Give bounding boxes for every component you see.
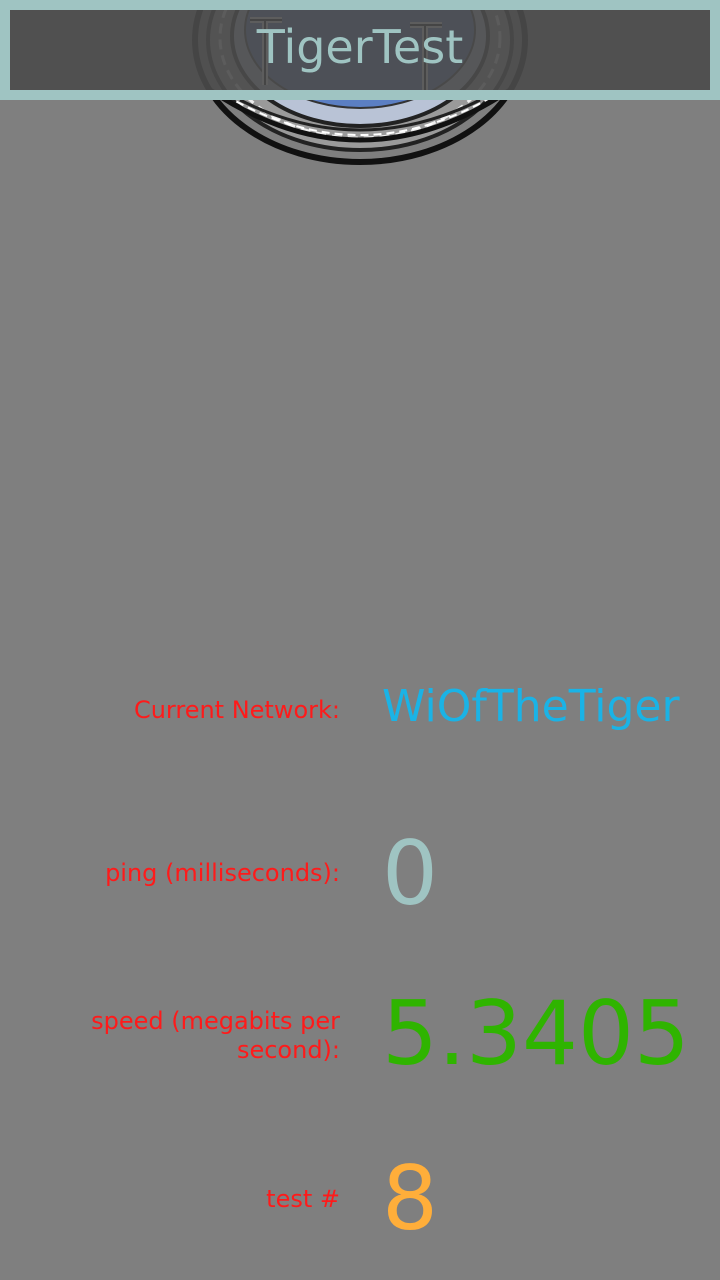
speed-label: speed (megabits per second):: [91, 1007, 340, 1064]
test-number-label: test #: [266, 1185, 340, 1213]
app-title: TigerTest: [256, 20, 464, 74]
ping-label: ping (milliseconds):: [105, 859, 340, 887]
test-number-value: 8: [382, 1147, 438, 1250]
network-value: WiOfTheTiger: [382, 681, 680, 732]
app-screen: TigerTest Current Network: WiOfTheTiger …: [0, 0, 720, 1280]
network-label: Current Network:: [133, 696, 340, 724]
title-bar: TigerTest: [0, 0, 720, 100]
ping-value: 0: [382, 822, 438, 925]
speed-value: 5.3405: [382, 982, 690, 1085]
